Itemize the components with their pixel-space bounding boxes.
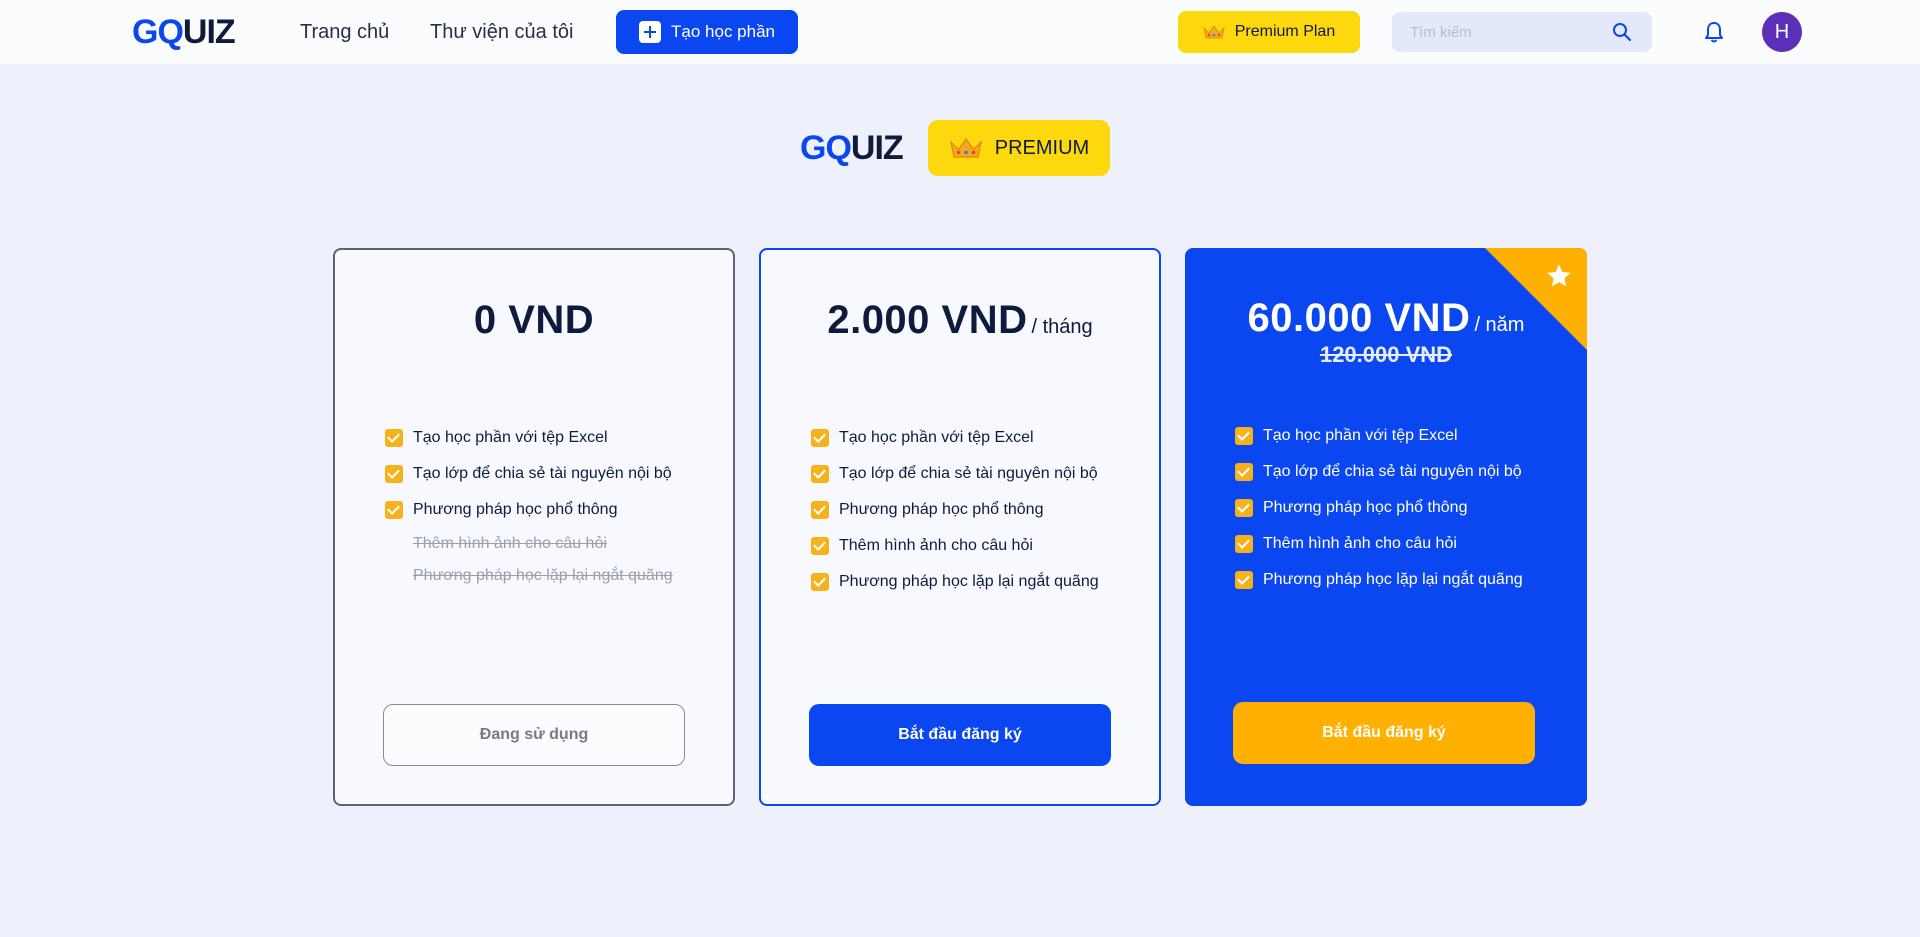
feature-item: Tạo lớp để chia sẻ tài nguyên nội bộ [1235, 454, 1523, 490]
gquiz-logo[interactable]: GQUIZ [132, 13, 236, 51]
banner-logo-part-1: GQ [800, 129, 852, 167]
feature-label: Phương pháp học phổ thông [839, 501, 1044, 518]
plan-card-free: 0 VND Tạo học phần với tệp Excel Tạo lớp… [333, 248, 735, 806]
premium-plan-button[interactable]: Premium Plan [1178, 11, 1360, 53]
banner-logo-part-2: UIZ [850, 129, 904, 167]
bell-icon[interactable] [1703, 20, 1725, 44]
checkbox-checked-icon [1235, 427, 1253, 445]
current-plan-button[interactable]: Đang sử dụng [383, 704, 685, 766]
original-price: 120.000 VND [1319, 342, 1453, 367]
feature-item: Tạo lớp để chia sẻ tài nguyên nội bộ [385, 456, 673, 492]
plus-icon [639, 21, 662, 43]
subscribe-yearly-button[interactable]: Bắt đầu đăng ký [1233, 702, 1535, 764]
logo-part-1: GQ [132, 13, 184, 51]
feature-label: Thêm hình ảnh cho câu hỏi [1263, 535, 1457, 552]
feature-label: Phương pháp học lặp lại ngắt quãng [1263, 571, 1523, 588]
feature-item: Thêm hình ảnh cho câu hỏi [1235, 526, 1523, 562]
checkbox-checked-icon [811, 501, 829, 519]
feature-label: Thêm hình ảnh cho câu hỏi [839, 537, 1033, 554]
feature-list: Tạo học phần với tệp Excel Tạo lớp để ch… [385, 420, 673, 592]
price-amount: 0 VND [473, 298, 595, 342]
checkbox-checked-icon [811, 465, 829, 483]
logo-part-2: UIZ [182, 13, 236, 51]
feature-item: Tạo học phần với tệp Excel [811, 420, 1099, 456]
plan-price: 0 VND [335, 298, 733, 343]
feature-label: Tạo lớp để chia sẻ tài nguyên nội bộ [413, 465, 672, 482]
create-study-set-button[interactable]: Tạo học phần [616, 10, 798, 54]
search-bar [1392, 12, 1652, 52]
feature-item: Phương pháp học phổ thông [1235, 490, 1523, 526]
feature-label: Phương pháp học phổ thông [1263, 499, 1468, 516]
create-button-label: Tạo học phần [671, 22, 775, 41]
search-icon[interactable] [1612, 22, 1632, 42]
plan-card-monthly: 2.000 VND / tháng Tạo học phần với tệp Ex… [759, 248, 1161, 806]
feature-item: Phương pháp học phổ thông [385, 492, 673, 528]
checkbox-checked-icon [1235, 463, 1253, 481]
feature-item-unavailable: Thêm hình ảnh cho câu hỏi [385, 528, 673, 560]
plan-card-yearly: 60.000 VND / năm 120.000 VND Tạo học phần… [1185, 248, 1587, 806]
price-amount: 2.000 VND [827, 298, 1028, 342]
feature-label: Tạo lớp để chia sẻ tài nguyên nội bộ [1263, 463, 1522, 480]
feature-label: Phương pháp học phổ thông [413, 501, 618, 518]
checkbox-checked-icon [811, 429, 829, 447]
crown-icon [1203, 25, 1225, 39]
checkbox-checked-icon [385, 501, 403, 519]
feature-item: Phương pháp học lặp lại ngắt quãng [1235, 562, 1523, 598]
checkbox-checked-icon [811, 573, 829, 591]
user-avatar[interactable]: H [1762, 12, 1802, 52]
checkbox-checked-icon [385, 465, 403, 483]
checkbox-checked-icon [811, 537, 829, 555]
price-unit: / năm [1474, 314, 1525, 336]
feature-item: Phương pháp học lặp lại ngắt quãng [811, 564, 1099, 600]
premium-plan-label: Premium Plan [1234, 23, 1336, 40]
feature-label: Tạo học phần với tệp Excel [839, 429, 1034, 446]
feature-label: Thêm hình ảnh cho câu hỏi [413, 535, 607, 552]
feature-item: Tạo lớp để chia sẻ tài nguyên nội bộ [811, 456, 1099, 492]
nav-library-link[interactable]: Thư viện của tôi [430, 20, 573, 44]
plan-price: 2.000 VND / tháng [761, 298, 1159, 343]
price-amount: 60.000 VND [1247, 296, 1471, 340]
feature-label: Tạo lớp để chia sẻ tài nguyên nội bộ [839, 465, 1098, 482]
search-input[interactable] [1410, 12, 1610, 52]
subscribe-monthly-button[interactable]: Bắt đầu đăng ký [809, 704, 1111, 766]
plan-price: 60.000 VND / năm [1185, 296, 1587, 341]
checkbox-checked-icon [385, 429, 403, 447]
checkbox-checked-icon [1235, 571, 1253, 589]
feature-label: Tạo học phần với tệp Excel [413, 429, 608, 446]
feature-item: Tạo học phần với tệp Excel [385, 420, 673, 456]
feature-item: Thêm hình ảnh cho câu hỏi [811, 528, 1099, 564]
nav-home-link[interactable]: Trang chủ [300, 20, 389, 44]
feature-label: Phương pháp học lặp lại ngắt quãng [839, 573, 1099, 590]
premium-badge: PREMIUM [928, 120, 1110, 176]
banner-logo: GQUIZ [800, 128, 904, 168]
feature-label: Tạo học phần với tệp Excel [1263, 427, 1458, 444]
feature-list: Tạo học phần với tệp Excel Tạo lớp để ch… [1235, 418, 1523, 598]
feature-list: Tạo học phần với tệp Excel Tạo lớp để ch… [811, 420, 1099, 600]
feature-item: Tạo học phần với tệp Excel [1235, 418, 1523, 454]
feature-item: Phương pháp học phổ thông [811, 492, 1099, 528]
checkbox-checked-icon [1235, 535, 1253, 553]
top-navbar: GQUIZ Trang chủ Thư viện của tôi Tạo học… [0, 0, 1920, 64]
star-icon [1547, 264, 1571, 287]
price-unit: / tháng [1031, 316, 1093, 338]
feature-item-unavailable: Phương pháp học lặp lại ngắt quãng [385, 560, 673, 592]
checkbox-checked-icon [1235, 499, 1253, 517]
feature-label: Phương pháp học lặp lại ngắt quãng [413, 567, 673, 584]
crown-icon [949, 137, 982, 158]
premium-badge-label: PREMIUM [994, 136, 1090, 159]
